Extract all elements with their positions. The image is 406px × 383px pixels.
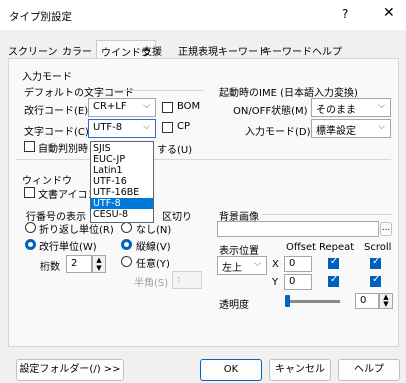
wrap-label: 折り返し単位(R) bbox=[39, 225, 114, 236]
scroll-label: Scroll bbox=[364, 242, 392, 253]
tab-color[interactable]: カラー bbox=[62, 43, 92, 58]
dropdown-option[interactable]: UTF-16 bbox=[91, 176, 153, 187]
auto-detect-checkbox[interactable] bbox=[24, 141, 35, 152]
dropdown-option-selected[interactable]: UTF-8 bbox=[91, 198, 153, 209]
cp-checkbox[interactable] bbox=[162, 122, 173, 133]
position-label: 表示位置 bbox=[219, 246, 259, 257]
newline-label: 改行コード(E) bbox=[24, 106, 89, 117]
tab-regex-keyword[interactable]: 正規表現キーワード bbox=[178, 43, 268, 58]
auto-detect-tail: する(U) bbox=[157, 145, 193, 156]
opacity-stepper[interactable]: ▲ ▼ bbox=[379, 293, 393, 309]
y-label: Y bbox=[272, 277, 279, 288]
background-path-input[interactable] bbox=[217, 221, 379, 237]
scroll-x-checkbox[interactable] bbox=[370, 256, 381, 269]
ime-onoff-value: そのまま bbox=[316, 105, 356, 116]
y-offset-input[interactable]: 0 bbox=[284, 274, 312, 290]
bom-checkbox[interactable] bbox=[162, 102, 173, 113]
section-divider bbox=[16, 159, 391, 160]
tab-strip: スクリーン カラー ウインドウ 支援 正規表現キーワード キーワードヘルプ bbox=[0, 30, 406, 60]
divider bbox=[114, 90, 204, 91]
tab-keyword-help[interactable]: キーワードヘルプ bbox=[262, 43, 342, 58]
dropdown-option[interactable]: SJIS bbox=[91, 143, 153, 154]
newline-select[interactable]: CR+LF ⌵ bbox=[88, 98, 156, 117]
ime-mode-value: 標準設定 bbox=[316, 126, 356, 137]
x-offset-input[interactable]: 0 bbox=[284, 256, 312, 272]
newline-unit-label: 改行単位(W) bbox=[39, 242, 97, 253]
position-select[interactable]: 左上 ⌵ bbox=[217, 256, 267, 275]
offset-label: Offset bbox=[286, 242, 317, 253]
ime-mode-select[interactable]: 標準設定 ⌵ bbox=[311, 119, 391, 138]
help-button[interactable]: ヘルプ bbox=[338, 359, 400, 381]
ok-button[interactable]: OK bbox=[200, 359, 262, 381]
input-mode-title: 入力モード bbox=[22, 72, 72, 83]
cancel-button[interactable]: キャンセル bbox=[269, 359, 331, 381]
split-vertical-label: 縦線(V) bbox=[136, 242, 171, 253]
window-section-title: ウィンドウ bbox=[22, 176, 72, 187]
charset-label: 文字コード(C) bbox=[24, 127, 89, 138]
ime-mode-label: 入力モード(D) bbox=[245, 127, 311, 138]
repeat-y-checkbox[interactable] bbox=[328, 274, 339, 287]
ime-title: 起動時のIME (日本語入力変換) bbox=[219, 88, 358, 99]
dropdown-option[interactable]: CESU-8 bbox=[91, 209, 153, 220]
charset-select[interactable]: UTF-8 ⌵ bbox=[88, 119, 156, 138]
chevron-down-icon: ⌵ bbox=[378, 101, 385, 111]
default-charset-title: デフォルトの文字コード bbox=[24, 88, 134, 99]
repeat-label: Repeat bbox=[319, 242, 355, 253]
browse-button[interactable]: ... bbox=[380, 222, 392, 236]
window-title: タイプ別設定 bbox=[9, 11, 72, 23]
close-icon[interactable]: ✕ bbox=[383, 5, 395, 21]
ime-onoff-label: ON/OFF状態(M) bbox=[233, 106, 308, 117]
cp-label: CP bbox=[177, 121, 191, 132]
digits-stepper[interactable]: ▲ ▼ bbox=[92, 255, 106, 273]
charset-value: UTF-8 bbox=[93, 122, 123, 133]
dropdown-option[interactable]: UTF-16BE bbox=[91, 187, 153, 198]
split-any-radio[interactable] bbox=[121, 256, 132, 267]
digits-label: 桁数 bbox=[40, 262, 60, 273]
repeat-x-checkbox[interactable] bbox=[328, 256, 339, 269]
doc-icon-label: 文書アイコン bbox=[38, 190, 98, 201]
halfwidth-input[interactable]: : bbox=[172, 271, 202, 289]
opacity-input[interactable]: 0 bbox=[355, 293, 379, 309]
ime-onoff-select[interactable]: そのまま ⌵ bbox=[311, 98, 391, 117]
title-bar: タイプ別設定 ? ✕ bbox=[0, 0, 406, 30]
newline-value: CR+LF bbox=[93, 101, 127, 112]
x-label: X bbox=[272, 259, 279, 270]
help-icon[interactable]: ? bbox=[342, 7, 348, 21]
tab-screen[interactable]: スクリーン bbox=[8, 43, 58, 58]
bom-label: BOM bbox=[177, 101, 201, 112]
chevron-down-icon: ⌵ bbox=[143, 122, 150, 132]
auto-detect-label: 自動判別時 bbox=[38, 144, 88, 155]
opacity-slider-thumb[interactable] bbox=[285, 295, 290, 307]
chevron-down-icon: ⌵ bbox=[143, 101, 150, 111]
split-none-radio[interactable] bbox=[121, 222, 132, 233]
tab-support[interactable]: 支援 bbox=[142, 43, 162, 58]
doc-icon-checkbox[interactable] bbox=[24, 187, 35, 198]
split-any-label: 任意(Y) bbox=[136, 259, 170, 270]
newline-unit-radio[interactable] bbox=[25, 239, 36, 250]
chevron-down-icon: ⌵ bbox=[378, 122, 385, 132]
divider bbox=[262, 214, 392, 215]
charset-dropdown-list: SJIS EUC-JP Latin1 UTF-16 UTF-16BE UTF-8… bbox=[90, 141, 154, 223]
dropdown-option[interactable]: Latin1 bbox=[91, 165, 153, 176]
wrap-radio[interactable] bbox=[25, 222, 36, 233]
split-vertical-radio[interactable] bbox=[121, 239, 132, 250]
digits-input[interactable]: 2 bbox=[66, 255, 92, 273]
scroll-y-checkbox[interactable] bbox=[370, 274, 381, 287]
dropdown-option[interactable]: EUC-JP bbox=[91, 154, 153, 165]
position-value: 左上 bbox=[222, 263, 242, 274]
opacity-label: 透明度 bbox=[219, 300, 249, 311]
halfwidth-label: 半角(S) bbox=[134, 278, 169, 289]
split-none-label: なし(N) bbox=[136, 225, 172, 236]
settings-folder-button[interactable]: 設定フォルダー(/) >> bbox=[16, 359, 124, 381]
opacity-slider-track[interactable] bbox=[286, 300, 340, 303]
chevron-down-icon: ⌵ bbox=[254, 259, 261, 269]
